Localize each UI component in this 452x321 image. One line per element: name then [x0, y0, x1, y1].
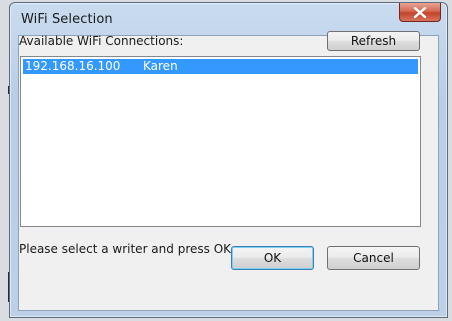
connection-name: Karen — [143, 59, 178, 73]
close-button[interactable] — [399, 3, 441, 22]
window-title: WiFi Selection — [21, 12, 113, 27]
refresh-button[interactable]: Refresh — [327, 31, 420, 51]
list-item[interactable]: 192.168.16.100 Karen — [23, 59, 418, 74]
cancel-button[interactable]: Cancel — [327, 246, 420, 270]
close-icon — [413, 6, 427, 18]
connection-ip: 192.168.16.100 — [25, 59, 121, 73]
instruction-text: Please select a writer and press OK. — [19, 242, 235, 256]
wifi-connections-list[interactable]: 192.168.16.100 Karen — [20, 56, 421, 227]
connections-label: Available WiFi Connections: — [19, 34, 184, 48]
ok-button[interactable]: OK — [231, 246, 314, 270]
